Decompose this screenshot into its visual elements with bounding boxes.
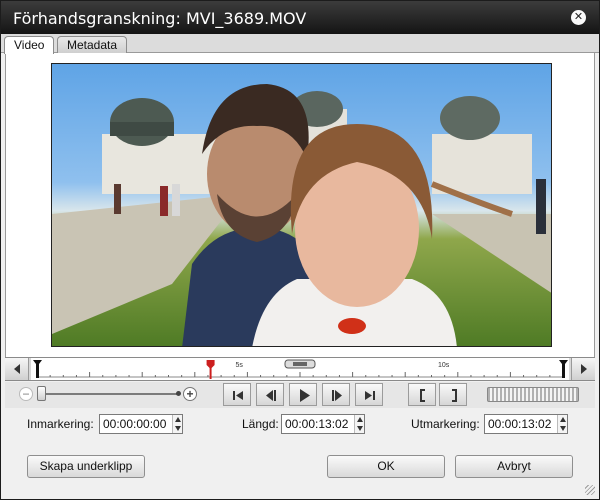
out-point-label: Utmarkering:: [411, 417, 480, 431]
spinner-arrows-icon: [175, 417, 181, 431]
preview-area: [5, 53, 595, 357]
cancel-button[interactable]: Avbryt: [455, 455, 573, 478]
timeline[interactable]: 5s 10s: [5, 357, 595, 381]
timeline-tick-label: 10s: [438, 362, 450, 369]
in-point-value: 00:00:00:00: [103, 417, 167, 431]
window-title: Förhandsgranskning: MVI_3689.MOV: [13, 9, 307, 28]
in-point-label: Inmarkering:: [27, 417, 94, 431]
chevron-left-icon: [14, 364, 20, 374]
spinner-arrows-icon: [560, 417, 566, 431]
video-image: [52, 84, 551, 346]
play-icon: [300, 389, 310, 402]
video-frame: [51, 63, 552, 347]
spinner-arrows-icon: [357, 417, 363, 431]
length-field[interactable]: 00:00:13:02: [281, 414, 365, 434]
timeline-track[interactable]: 5s 10s: [31, 358, 569, 380]
previous-frame-button[interactable]: [256, 383, 284, 406]
skip-start-icon: [233, 391, 243, 400]
timeline-scroll-grip: [293, 362, 307, 366]
transport-controls: − +: [5, 382, 595, 408]
zoom-in-icon[interactable]: +: [183, 387, 197, 401]
zoom-slider-thumb[interactable]: [37, 386, 46, 401]
play-button[interactable]: [289, 383, 317, 406]
create-subclip-button[interactable]: Skapa underklipp: [27, 455, 145, 478]
mark-in-icon: [420, 389, 425, 402]
chevron-right-icon: [581, 364, 587, 374]
zoom-out-icon[interactable]: −: [19, 387, 33, 401]
length-label: Längd:: [242, 417, 279, 431]
go-to-start-button[interactable]: [223, 383, 251, 406]
resize-grip[interactable]: [585, 485, 595, 495]
out-point-field[interactable]: 00:00:13:02: [484, 414, 568, 434]
out-point-value: 00:00:13:02: [488, 417, 552, 431]
go-to-end-button[interactable]: [355, 383, 383, 406]
mark-in-button[interactable]: [408, 383, 436, 406]
close-icon[interactable]: ✕: [571, 10, 586, 25]
in-point-field[interactable]: 00:00:00:00: [99, 414, 183, 434]
mark-out-icon: [452, 389, 457, 402]
step-forward-icon: [332, 390, 342, 401]
skip-end-icon: [365, 391, 375, 400]
in-point-spinner[interactable]: [172, 415, 182, 433]
title-bar[interactable]: Förhandsgranskning: MVI_3689.MOV ✕: [1, 1, 599, 34]
next-frame-button[interactable]: [322, 383, 350, 406]
out-marker-head: [559, 360, 568, 366]
timeline-tick-label: 5s: [236, 362, 244, 369]
preview-dialog: Förhandsgranskning: MVI_3689.MOV ✕ Video…: [0, 0, 600, 500]
out-point-spinner[interactable]: [557, 415, 567, 433]
length-spinner[interactable]: [354, 415, 364, 433]
tab-strip: Video Metadata: [1, 34, 599, 54]
mark-out-button[interactable]: [439, 383, 467, 406]
length-value: 00:00:13:02: [285, 417, 349, 431]
tab-metadata[interactable]: Metadata: [57, 36, 128, 53]
trim-fields: Inmarkering: 00:00:00:00 Längd: 00:00:13…: [5, 408, 595, 438]
timeline-ruler: 5s 10s: [33, 359, 568, 379]
tab-video[interactable]: Video: [4, 36, 55, 54]
zoom-slider-end: [176, 391, 181, 396]
timeline-scroll-left-button[interactable]: [5, 358, 29, 380]
step-back-icon: [266, 390, 276, 401]
in-marker-head: [33, 360, 42, 366]
zoom-slider-track[interactable]: [37, 393, 179, 395]
playhead-handle: [206, 360, 215, 369]
jog-shuttle[interactable]: [487, 387, 579, 402]
timeline-scroll-right-button[interactable]: [571, 358, 595, 380]
ok-button[interactable]: OK: [327, 455, 445, 478]
